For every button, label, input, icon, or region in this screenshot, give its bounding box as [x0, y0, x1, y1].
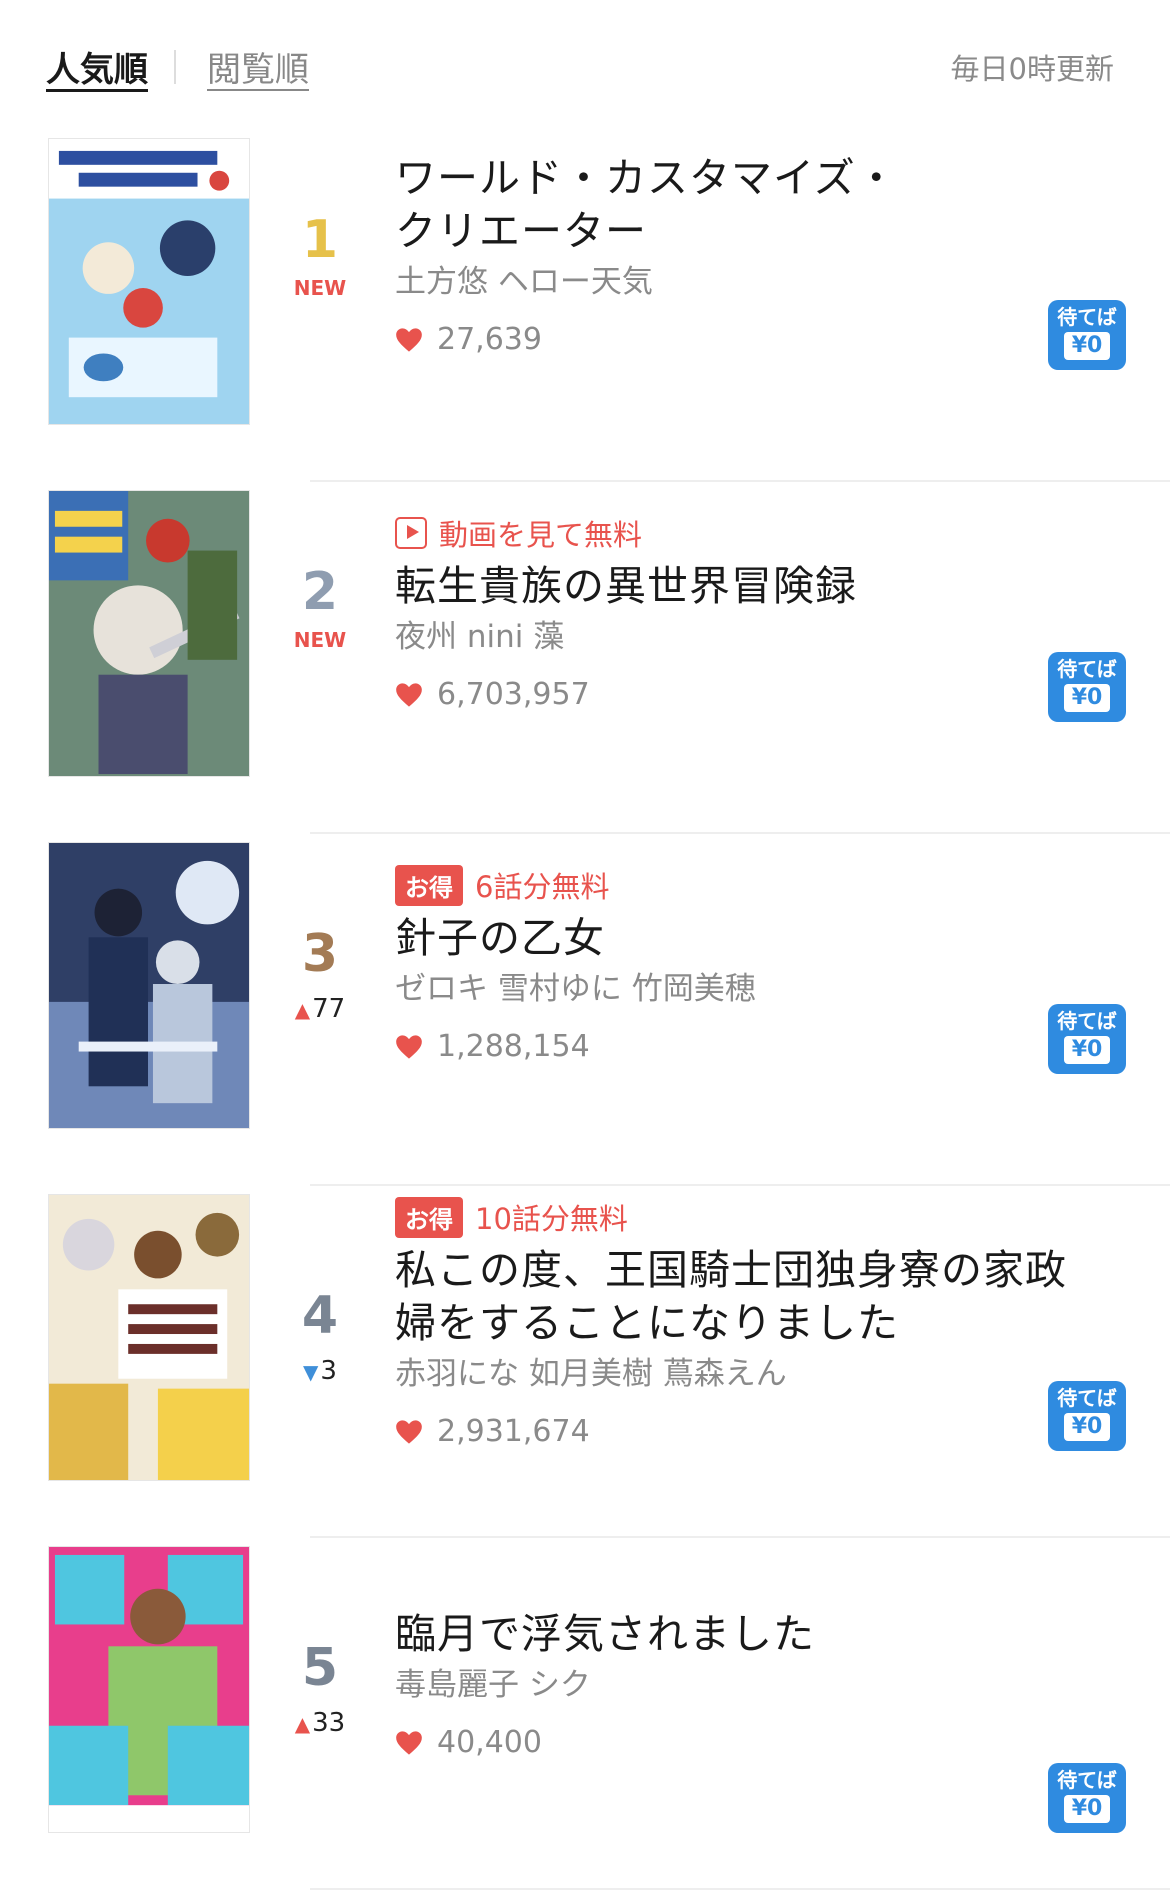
otoku-badge: お得 [395, 864, 463, 906]
rank-number: 1 [301, 210, 339, 270]
heart-icon [396, 1419, 422, 1444]
tab-popular[interactable]: 人気順 [46, 42, 148, 91]
likes: 6,703,957 [395, 677, 1095, 712]
heart-icon [396, 682, 422, 707]
promo-banner[interactable]: 動画を見て無料 [395, 512, 1095, 554]
play-icon [395, 517, 427, 549]
rank-change: ▲33 [294, 1708, 346, 1738]
likes: 1,288,154 [395, 1029, 1095, 1064]
item-authors: 土方悠 ヘロー天気 [395, 264, 653, 300]
promo-text: 6話分無料 [475, 870, 610, 904]
promo-banner[interactable]: お得 10話分無料 [395, 1196, 1095, 1238]
rank-change: ▼3 [303, 1356, 337, 1386]
ranking-item[interactable]: 1 NEW ワールド・カスタマイズ・ クリエーター 土方悠 ヘロー天気 27,63… [0, 130, 1170, 482]
rank-number: 4 [301, 1286, 339, 1346]
wait-free-badge: 待てば ¥0 [1048, 1763, 1126, 1833]
item-title[interactable]: 臨月で浮気されました [395, 1608, 1095, 1661]
cover-image[interactable] [48, 1194, 250, 1481]
rank-number: 5 [301, 1638, 339, 1698]
likes-count: 27,639 [437, 322, 542, 357]
heart-icon [396, 327, 422, 352]
tab-separator [174, 50, 176, 84]
likes-count: 1,288,154 [437, 1029, 590, 1064]
ranking-item[interactable]: 3 ▲77 お得 6話分無料 針子の乙女 ゼロキ 雪村ゆに 竹岡美穂 1,288… [0, 834, 1170, 1186]
rank-up-icon: ▲ [294, 998, 311, 1022]
likes-count: 6,703,957 [437, 677, 590, 712]
item-authors: ゼロキ 雪村ゆに 竹岡美穂 [395, 971, 756, 1007]
likes: 2,931,674 [395, 1414, 1095, 1449]
ranking-item[interactable]: 2 NEW 動画を見て無料 転生貴族の異世界冒険録 夜州 nini 藻 6,70… [0, 482, 1170, 834]
update-note: 毎日0時更新 [950, 52, 1114, 86]
item-authors: 赤羽にな 如月美樹 蔦森えん [395, 1356, 787, 1392]
tab-views[interactable]: 閲覧順 [207, 42, 309, 91]
item-authors: 毒島麗子 シク [395, 1667, 591, 1703]
likes-count: 2,931,674 [437, 1414, 590, 1449]
wait-free-badge: 待てば ¥0 [1048, 300, 1126, 370]
ranking-item[interactable]: 5 ▲33 臨月で浮気されました 毒島麗子 シク 40,400 待てば ¥0 [0, 1538, 1170, 1890]
cover-image[interactable] [48, 138, 250, 425]
item-title[interactable]: 針子の乙女 [395, 912, 1095, 965]
rank-number: 3 [301, 924, 339, 984]
promo-banner[interactable]: お得 6話分無料 [395, 864, 1095, 906]
ranking-header: 人気順 閲覧順 毎日0時更新 [0, 0, 1170, 130]
wait-free-badge: 待てば ¥0 [1048, 1004, 1126, 1074]
wait-free-badge: 待てば ¥0 [1048, 1381, 1126, 1451]
rank-number: 2 [301, 562, 339, 622]
rank-down-icon: ▼ [303, 1360, 319, 1384]
heart-icon [396, 1730, 422, 1755]
ranking-list: 1 NEW ワールド・カスタマイズ・ クリエーター 土方悠 ヘロー天気 27,63… [0, 130, 1170, 1890]
likes-count: 40,400 [437, 1725, 542, 1760]
row-divider [310, 1888, 1170, 1890]
likes: 27,639 [395, 322, 1095, 357]
item-title[interactable]: 転生貴族の異世界冒険録 [395, 560, 1095, 613]
cover-image[interactable] [48, 490, 250, 777]
likes: 40,400 [395, 1725, 1095, 1760]
heart-icon [396, 1034, 422, 1059]
promo-text: 動画を見て無料 [439, 518, 643, 552]
item-title[interactable]: 私この度、王国騎士団独身寮の家政 婦をすることになりました [395, 1244, 1095, 1350]
rank-up-icon: ▲ [294, 1712, 311, 1736]
item-title[interactable]: ワールド・カスタマイズ・ クリエーター [395, 152, 1095, 258]
rank-new-badge: NEW [293, 276, 347, 300]
promo-text: 10話分無料 [475, 1202, 628, 1236]
cover-image[interactable] [48, 842, 250, 1129]
rank-change: ▲77 [294, 994, 346, 1024]
item-authors: 夜州 nini 藻 [395, 619, 565, 655]
cover-image[interactable] [48, 1546, 250, 1833]
wait-free-badge: 待てば ¥0 [1048, 652, 1126, 722]
rank-new-badge: NEW [293, 628, 347, 652]
ranking-item[interactable]: 4 ▼3 お得 10話分無料 私この度、王国騎士団独身寮の家政 婦をすることになり… [0, 1186, 1170, 1538]
otoku-badge: お得 [395, 1196, 463, 1238]
